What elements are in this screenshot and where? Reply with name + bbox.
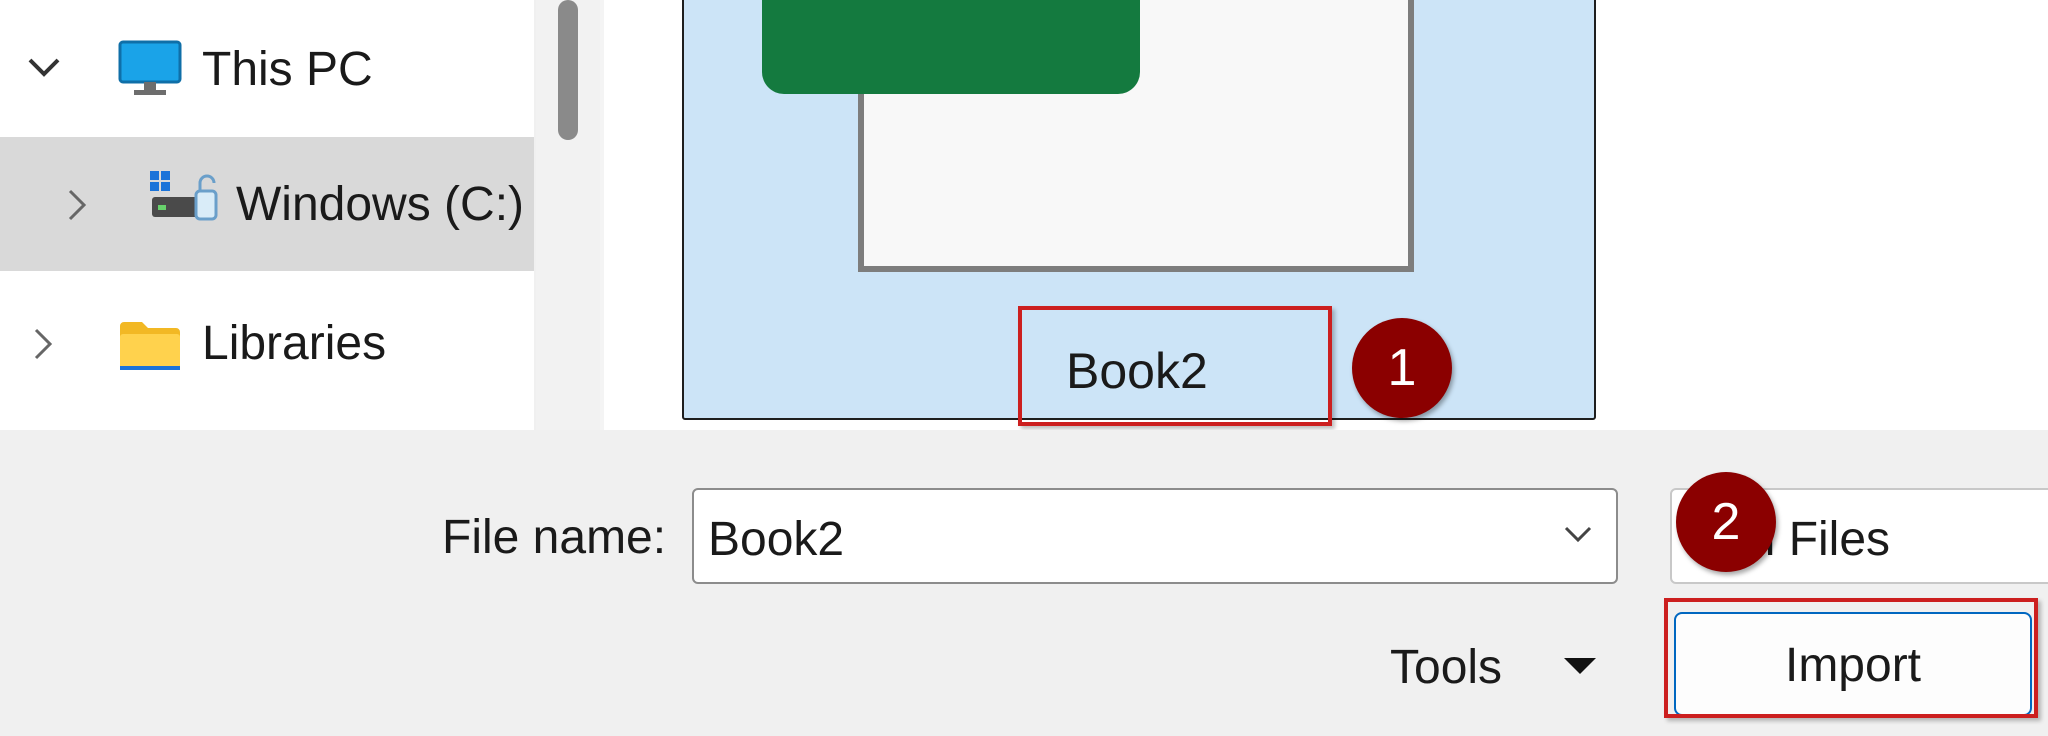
nav-item-label: Libraries — [202, 317, 387, 370]
chevron-right-icon[interactable] — [64, 187, 90, 223]
folder-icon — [120, 322, 180, 370]
chevron-down-icon[interactable] — [26, 54, 62, 80]
file-name-input[interactable]: Book2 — [692, 488, 1618, 584]
file-name-field-label: File name: — [442, 511, 667, 564]
step-badge: 1 — [1352, 318, 1452, 418]
monitor-icon — [118, 40, 182, 95]
drive-icon — [150, 171, 218, 221]
nav-item-label: Windows (C:) — [236, 178, 525, 231]
chevron-down-icon[interactable] — [1560, 516, 1596, 552]
nav-scrollbar-thumb[interactable] — [558, 0, 578, 140]
excel-icon — [762, 0, 1140, 94]
nav-item-windows-c[interactable]: Windows (C:) — [0, 137, 534, 271]
tools-label: Tools — [1390, 641, 1503, 694]
tools-button[interactable]: Tools — [1380, 630, 1620, 710]
annotation-highlight-box — [1664, 598, 2038, 718]
annotation-highlight-box — [1018, 306, 1332, 426]
step-badge: 2 — [1676, 472, 1776, 572]
nav-item-label: This PC — [202, 43, 373, 96]
file-name-input-value: Book2 — [708, 513, 845, 566]
navigation-pane: This PC Windows (C:) Libraries — [0, 0, 534, 430]
nav-item-libraries[interactable]: Libraries — [0, 276, 534, 410]
nav-item-this-pc[interactable]: This PC — [0, 2, 534, 136]
chevron-right-icon[interactable] — [30, 326, 56, 362]
caret-down-icon — [1564, 658, 1596, 674]
